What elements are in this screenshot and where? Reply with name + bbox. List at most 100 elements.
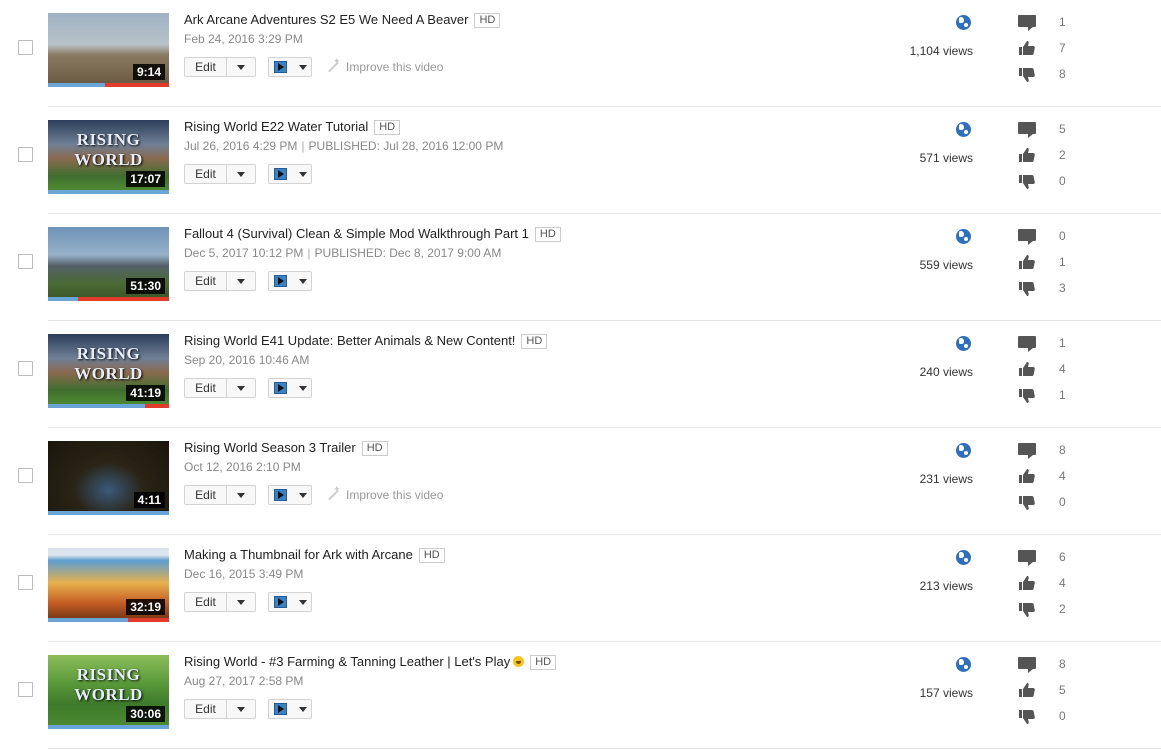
playlist-button[interactable]: [268, 592, 312, 612]
select-checkbox[interactable]: [18, 468, 33, 483]
edit-dropdown-button[interactable]: [227, 379, 255, 397]
select-checkbox[interactable]: [18, 575, 33, 590]
video-thumbnail[interactable]: 32:19: [48, 548, 169, 622]
video-title[interactable]: Rising World E41 Update: Better Animals …: [184, 333, 548, 349]
thumbs-down-icon: [1019, 175, 1035, 189]
video-date-meta: Jul 26, 2016 4:29 PM | PUBLISHED: Jul 28, …: [184, 139, 503, 153]
edit-button[interactable]: Edit: [185, 165, 227, 183]
edit-button[interactable]: Edit: [185, 379, 227, 397]
improve-video-label[interactable]: Improve this video: [346, 60, 443, 74]
globe-icon: [956, 443, 971, 458]
chevron-down-icon: [237, 707, 245, 712]
video-title[interactable]: Fallout 4 (Survival) Clean & Simple Mod …: [184, 226, 561, 242]
hd-badge: HD: [534, 227, 561, 242]
video-title-link[interactable]: Making a Thumbnail for Ark with Arcane: [184, 547, 413, 562]
select-checkbox[interactable]: [18, 361, 33, 376]
improve-video-link[interactable]: Improve this video: [325, 56, 443, 75]
edit-button[interactable]: Edit: [185, 700, 227, 718]
video-duration: 30:06: [126, 706, 165, 722]
watch-progress-bar: [48, 618, 169, 622]
dislike-count: 0: [1059, 709, 1066, 723]
comment-icon: [1018, 336, 1036, 352]
edit-button[interactable]: Edit: [185, 272, 227, 290]
edit-dropdown-button[interactable]: [227, 700, 255, 718]
video-row: 4:11 Rising World Season 3 Trailer HD Oct …: [0, 428, 1161, 535]
playlist-button[interactable]: [268, 485, 312, 505]
hd-badge: HD: [521, 334, 548, 349]
upload-date: Feb 24, 2016 3:29 PM: [184, 32, 303, 46]
chevron-down-icon: [299, 386, 307, 391]
view-count: 571 views: [919, 151, 973, 165]
chevron-down-icon: [299, 707, 307, 712]
chevron-down-icon: [237, 386, 245, 391]
video-title-link[interactable]: Fallout 4 (Survival) Clean & Simple Mod …: [184, 226, 529, 241]
upload-date: Jul 26, 2016 4:29 PM: [184, 139, 298, 153]
playlist-button[interactable]: [268, 271, 312, 291]
select-checkbox[interactable]: [18, 254, 33, 269]
comment-count: 0: [1059, 229, 1066, 243]
upload-date: Oct 12, 2016 2:10 PM: [184, 460, 301, 474]
video-date-meta: Dec 5, 2017 10:12 PM | PUBLISHED: Dec 8, 2…: [184, 246, 501, 260]
thumbs-up-icon: [1019, 41, 1035, 55]
video-thumbnail[interactable]: RISING WORLD 30:06: [48, 655, 169, 729]
video-title-link[interactable]: Rising World Season 3 Trailer: [184, 440, 356, 455]
edit-dropdown-button[interactable]: [227, 58, 255, 76]
dislike-count: 2: [1059, 602, 1066, 616]
chevron-down-icon: [299, 65, 307, 70]
video-title-link[interactable]: Rising World E22 Water Tutorial: [184, 119, 368, 134]
chevron-down-icon: [237, 65, 245, 70]
improve-video-link[interactable]: Improve this video: [325, 484, 443, 503]
playlist-button[interactable]: [268, 378, 312, 398]
edit-button-group: Edit: [184, 57, 256, 77]
video-title-link[interactable]: Rising World - #3 Farming & Tanning Leat…: [184, 654, 510, 669]
view-count: 231 views: [919, 472, 973, 486]
dislike-count: 1: [1059, 388, 1066, 402]
select-checkbox[interactable]: [18, 682, 33, 697]
edit-button[interactable]: Edit: [185, 58, 227, 76]
edit-button[interactable]: Edit: [185, 593, 227, 611]
magic-wand-icon: [325, 56, 341, 75]
video-title[interactable]: Rising World E22 Water Tutorial HD: [184, 119, 401, 135]
video-date-meta: Sep 20, 2016 10:46 AM: [184, 353, 309, 367]
globe-icon: [956, 657, 971, 672]
video-title-link[interactable]: Rising World E41 Update: Better Animals …: [184, 333, 515, 348]
video-title-link[interactable]: Ark Arcane Adventures S2 E5 We Need A Be…: [184, 12, 468, 27]
thumbs-up-icon: [1019, 255, 1035, 269]
edit-button[interactable]: Edit: [185, 486, 227, 504]
select-checkbox[interactable]: [18, 40, 33, 55]
playlist-button[interactable]: [268, 164, 312, 184]
thumbnail-brand-text: RISING WORLD: [74, 130, 143, 169]
video-title[interactable]: Rising World - #3 Farming & Tanning Leat…: [184, 654, 557, 670]
playlist-button[interactable]: [268, 699, 312, 719]
watch-progress-bar: [48, 404, 169, 408]
video-date-meta: Oct 12, 2016 2:10 PM: [184, 460, 301, 474]
improve-video-label[interactable]: Improve this video: [346, 488, 443, 502]
edit-dropdown-button[interactable]: [227, 272, 255, 290]
video-thumbnail[interactable]: RISING WORLD 17:07: [48, 120, 169, 194]
video-duration: 4:11: [133, 492, 165, 508]
play-icon: [274, 489, 287, 501]
video-duration: 17:07: [126, 171, 165, 187]
video-title[interactable]: Ark Arcane Adventures S2 E5 We Need A Be…: [184, 12, 501, 28]
comment-icon: [1018, 550, 1036, 566]
dislike-count: 8: [1059, 67, 1066, 81]
hd-badge: HD: [530, 655, 557, 670]
playlist-button[interactable]: [268, 57, 312, 77]
video-title[interactable]: Rising World Season 3 Trailer HD: [184, 440, 388, 456]
hd-badge: HD: [418, 548, 445, 563]
video-thumbnail[interactable]: 9:14: [48, 13, 169, 87]
edit-dropdown-button[interactable]: [227, 486, 255, 504]
edit-dropdown-button[interactable]: [227, 165, 255, 183]
edit-dropdown-button[interactable]: [227, 593, 255, 611]
video-thumbnail[interactable]: RISING WORLD 41:19: [48, 334, 169, 408]
separator: |: [301, 139, 305, 153]
video-duration: 41:19: [126, 385, 165, 401]
video-duration: 9:14: [132, 64, 165, 80]
thumbs-down-icon: [1019, 282, 1035, 296]
select-checkbox[interactable]: [18, 147, 33, 162]
video-thumbnail[interactable]: 51:30: [48, 227, 169, 301]
edit-button-group: Edit: [184, 699, 256, 719]
video-title[interactable]: Making a Thumbnail for Ark with Arcane HD: [184, 547, 445, 563]
dislike-count: 0: [1059, 495, 1066, 509]
video-thumbnail[interactable]: 4:11: [48, 441, 169, 515]
